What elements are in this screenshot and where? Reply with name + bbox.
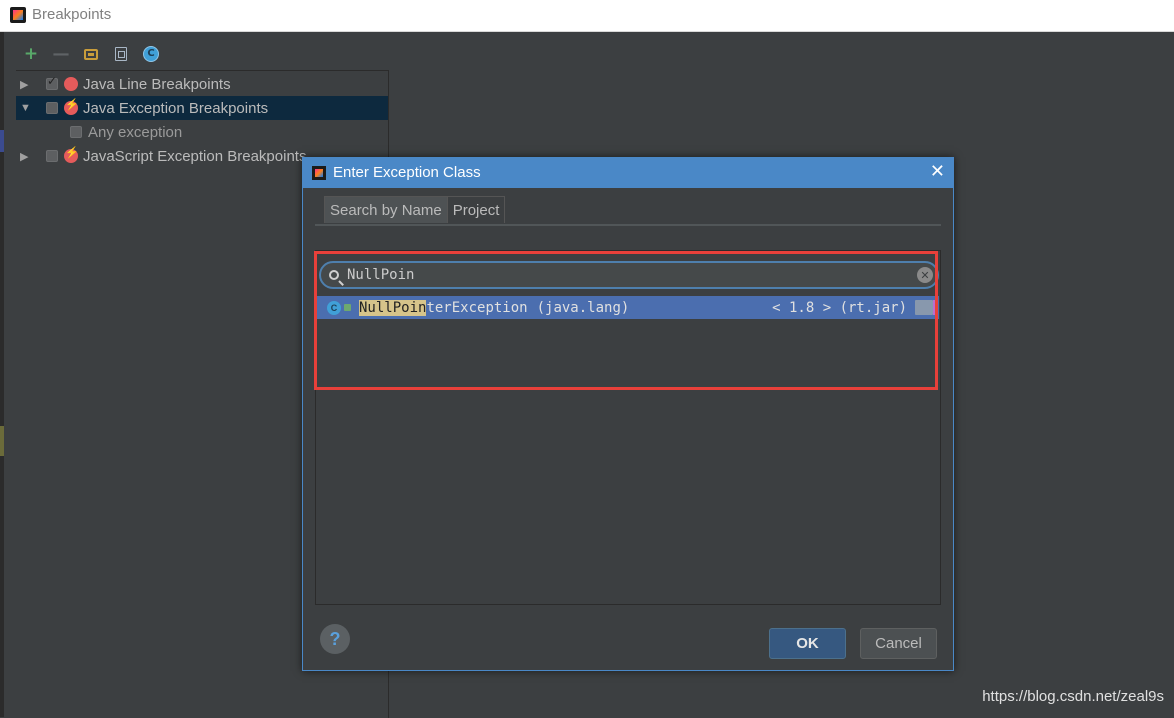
tree-item-label: Java Line Breakpoints xyxy=(83,75,231,93)
intellij-app-icon xyxy=(10,7,26,23)
class-icon: C xyxy=(327,300,341,315)
window-titlebar: Breakpoints xyxy=(0,0,1174,32)
file-icon xyxy=(115,47,127,61)
class-icon: C xyxy=(143,46,159,62)
breakpoint-icon xyxy=(64,77,78,91)
search-input[interactable] xyxy=(347,267,907,283)
left-edge-strip xyxy=(0,32,4,717)
tab-search-by-name[interactable]: Search by Name xyxy=(324,196,448,223)
enable-checkbox[interactable] xyxy=(46,74,58,90)
dialog-tabs: Search by Name Project xyxy=(324,196,506,224)
result-match-text: NullPoin xyxy=(359,299,427,316)
window-title: Breakpoints xyxy=(32,6,112,23)
tree-item-label: Any exception xyxy=(88,123,183,141)
close-icon[interactable]: ✕ xyxy=(930,161,945,182)
dialog-titlebar: Enter Exception Class ✕ xyxy=(303,158,953,188)
search-box[interactable]: ✕ xyxy=(319,261,939,289)
search-icon xyxy=(329,270,339,280)
jar-library-icon xyxy=(915,300,937,315)
result-version: < 1.8 > (rt.jar) xyxy=(772,299,907,316)
lock-icon xyxy=(344,304,351,311)
enter-exception-class-dialog: Enter Exception Class ✕ Search by Name P… xyxy=(302,157,954,671)
group-by-file-button[interactable] xyxy=(110,43,132,65)
tree-item-label: JavaScript Exception Breakpoints xyxy=(83,147,307,165)
enable-checkbox[interactable] xyxy=(70,126,82,138)
result-rest-text: terException xyxy=(426,299,528,316)
result-package: (java.lang) xyxy=(536,299,630,316)
exception-breakpoint-icon xyxy=(64,98,79,115)
breakpoints-toolbar: + — C xyxy=(20,43,162,65)
clear-icon[interactable]: ✕ xyxy=(917,267,933,283)
add-breakpoint-button[interactable]: + xyxy=(20,43,42,65)
group-folder-button[interactable] xyxy=(80,43,102,65)
remove-breakpoint-button[interactable]: — xyxy=(50,43,72,65)
expand-toggle-icon[interactable]: ▶ xyxy=(20,150,30,163)
dialog-title: Enter Exception Class xyxy=(333,164,481,181)
enable-checkbox[interactable] xyxy=(46,102,58,114)
tree-item-any-exception[interactable]: Any exception xyxy=(16,120,388,144)
intellij-app-icon xyxy=(312,166,326,180)
result-item-nullpointerexception[interactable]: C NullPoin terException (java.lang) < 1.8… xyxy=(317,296,939,319)
enable-checkbox[interactable] xyxy=(46,150,58,162)
folder-icon xyxy=(84,48,98,60)
ok-button[interactable]: OK xyxy=(769,628,846,659)
tree-item-java-exception-breakpoints[interactable]: ▼ Java Exception Breakpoints xyxy=(16,96,388,120)
collapse-toggle-icon[interactable]: ▼ xyxy=(20,102,31,114)
cancel-button[interactable]: Cancel xyxy=(860,628,937,659)
watermark: https://blog.csdn.net/zeal9s xyxy=(982,688,1164,705)
group-by-class-button[interactable]: C xyxy=(140,43,162,65)
help-button[interactable]: ? xyxy=(320,624,350,654)
tab-project[interactable]: Project xyxy=(447,196,506,223)
exception-breakpoint-icon xyxy=(64,146,79,163)
tree-item-label: Java Exception Breakpoints xyxy=(83,99,269,117)
tree-item-java-line-breakpoints[interactable]: ▶ Java Line Breakpoints xyxy=(16,72,388,96)
tab-divider xyxy=(315,224,941,226)
expand-toggle-icon[interactable]: ▶ xyxy=(20,78,30,91)
